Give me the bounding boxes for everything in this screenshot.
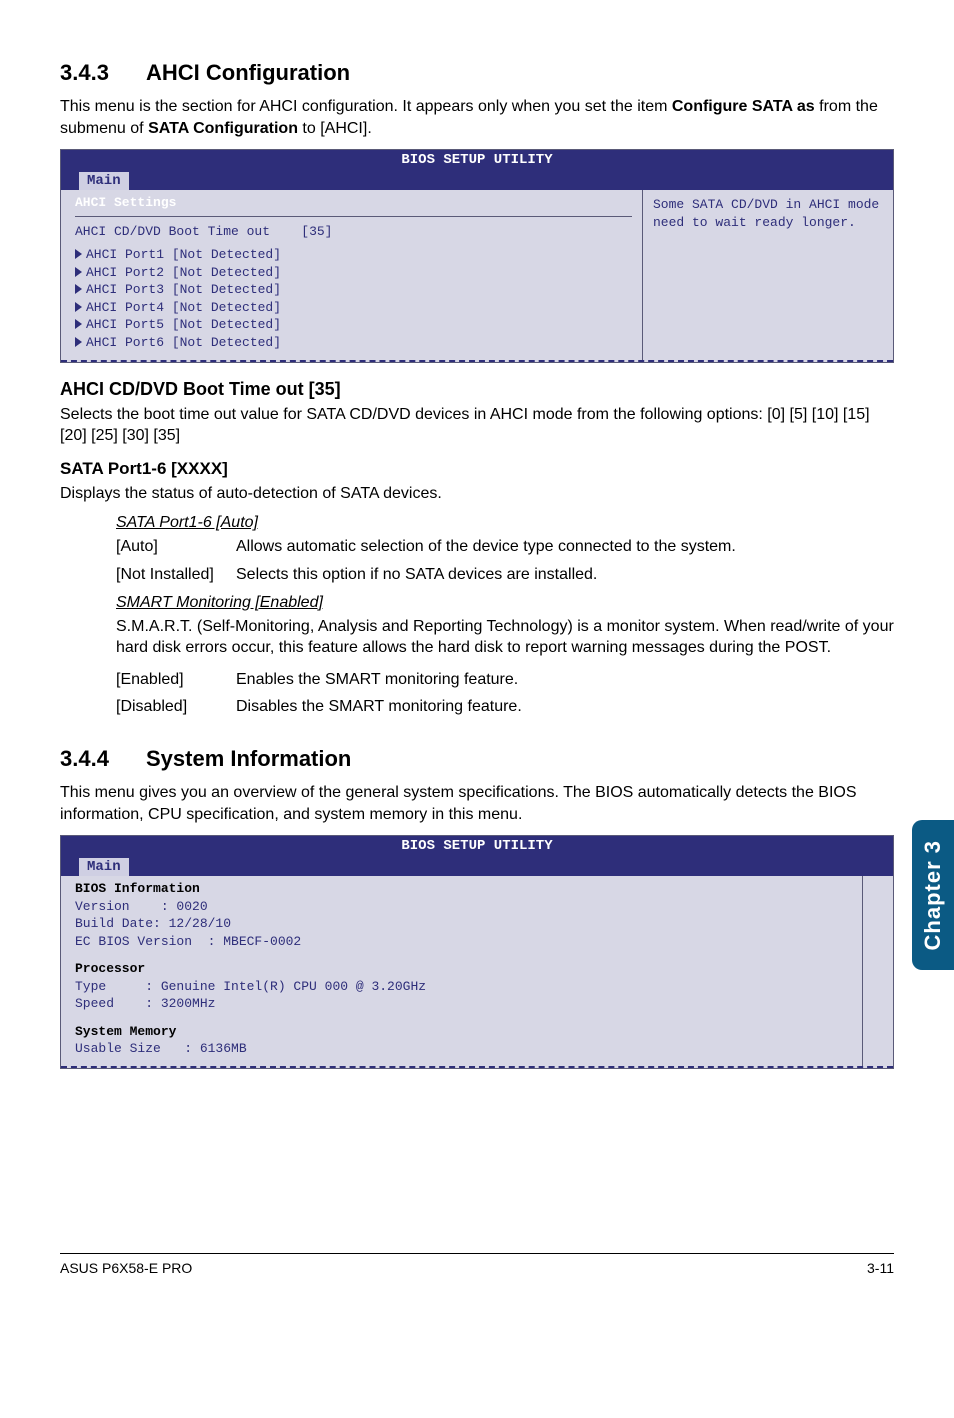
bios1-left-panel: AHCI Settings AHCI CD/DVD Boot Time out … xyxy=(61,190,642,359)
intro-343-post: to [AHCI]. xyxy=(298,120,372,137)
sata-sub2-label: SMART Monitoring [Enabled] xyxy=(116,594,894,612)
bios1-port-row[interactable]: AHCI Port4 [Not Detected] xyxy=(75,299,632,317)
side-tab-label: Chapter 3 xyxy=(920,840,946,950)
intro-343-pre: This menu is the section for AHCI config… xyxy=(60,98,672,115)
kv-row: [Auto] Allows automatic selection of the… xyxy=(116,536,894,558)
bios1-heading: AHCI Settings xyxy=(75,194,632,212)
bios-box-sysinfo: BIOS SETUP UTILITY Main BIOS Information… xyxy=(60,835,894,1069)
bios1-port4: AHCI Port4 [Not Detected] xyxy=(86,300,281,315)
opt-boot-desc: Selects the boot time out value for SATA… xyxy=(60,404,894,447)
bios2-speed: Speed : 3200MHz xyxy=(75,995,852,1013)
opt-sata-title: SATA Port1-6 [XXXX] xyxy=(60,459,894,479)
bios1-port5: AHCI Port5 [Not Detected] xyxy=(86,317,281,332)
kv-row: [Disabled] Disables the SMART monitoring… xyxy=(116,696,894,718)
bios2-version: Version : 0020 xyxy=(75,898,852,916)
triangle-icon xyxy=(75,319,82,329)
bios1-port-row[interactable]: AHCI Port2 [Not Detected] xyxy=(75,264,632,282)
bios1-port1: AHCI Port1 [Not Detected] xyxy=(86,247,281,262)
intro-343-bold1: Configure SATA as xyxy=(672,98,815,115)
bios2-left-panel: BIOS Information Version : 0020 Build Da… xyxy=(61,876,863,1066)
intro-343-bold2: SATA Configuration xyxy=(148,120,298,137)
kv-key: [Not Installed] xyxy=(116,564,236,586)
bios2-title: BIOS SETUP UTILITY xyxy=(401,838,552,854)
bios1-tab[interactable]: Main xyxy=(79,172,129,190)
bios2-h-proc: Processor xyxy=(75,960,852,978)
kv-key: [Auto] xyxy=(116,536,236,558)
heading-344-num: 3.4.4 xyxy=(60,746,146,772)
footer-right: 3-11 xyxy=(867,1260,894,1276)
bios2-right-strip xyxy=(863,876,893,1066)
bios1-title-bar: BIOS SETUP UTILITY Main xyxy=(61,150,893,190)
sata-sub2-desc: S.M.A.R.T. (Self-Monitoring, Analysis an… xyxy=(116,616,894,659)
bios1-boot-row[interactable]: AHCI CD/DVD Boot Time out [35] xyxy=(75,223,632,241)
bios1-title: BIOS SETUP UTILITY xyxy=(401,152,552,168)
opt-boot-title: AHCI CD/DVD Boot Time out [35] xyxy=(60,379,894,400)
heading-343: 3.4.3AHCI Configuration xyxy=(60,60,894,86)
footer-left: ASUS P6X58-E PRO xyxy=(60,1260,192,1276)
triangle-icon xyxy=(75,337,82,347)
bios2-title-bar: BIOS SETUP UTILITY Main xyxy=(61,836,893,876)
triangle-icon xyxy=(75,267,82,277)
bios2-type: Type : Genuine Intel(R) CPU 000 @ 3.20GH… xyxy=(75,978,852,996)
bios2-usable: Usable Size : 6136MB xyxy=(75,1040,852,1058)
intro-344: This menu gives you an overview of the g… xyxy=(60,782,894,825)
kv-val: Disables the SMART monitoring feature. xyxy=(236,696,894,718)
kv-row: [Not Installed] Selects this option if n… xyxy=(116,564,894,586)
kv-key: [Enabled] xyxy=(116,669,236,691)
triangle-icon xyxy=(75,302,82,312)
triangle-icon xyxy=(75,249,82,259)
bios2-h-mem: System Memory xyxy=(75,1023,852,1041)
side-tab-chapter: Chapter 3 xyxy=(912,820,954,970)
heading-343-num: 3.4.3 xyxy=(60,60,146,86)
triangle-icon xyxy=(75,284,82,294)
heading-344-title: System Information xyxy=(146,746,351,771)
bios2-build: Build Date: 12/28/10 xyxy=(75,915,852,933)
kv-val: Enables the SMART monitoring feature. xyxy=(236,669,894,691)
bios1-port-row[interactable]: AHCI Port6 [Not Detected] xyxy=(75,334,632,352)
kv-key: [Disabled] xyxy=(116,696,236,718)
kv-row: [Enabled] Enables the SMART monitoring f… xyxy=(116,669,894,691)
bios1-boot-value: [35] xyxy=(301,224,332,239)
bios1-port2: AHCI Port2 [Not Detected] xyxy=(86,265,281,280)
kv-val: Selects this option if no SATA devices a… xyxy=(236,564,894,586)
bios2-ec: EC BIOS Version : MBECF-0002 xyxy=(75,933,852,951)
bios1-help-text: Some SATA CD/DVD in AHCI mode need to wa… xyxy=(653,197,879,230)
bios-box-ahci: BIOS SETUP UTILITY Main AHCI Settings AH… xyxy=(60,149,894,362)
bios1-port-row[interactable]: AHCI Port5 [Not Detected] xyxy=(75,316,632,334)
bios1-boot-label: AHCI CD/DVD Boot Time out xyxy=(75,224,270,239)
bios1-port3: AHCI Port3 [Not Detected] xyxy=(86,282,281,297)
page-footer: ASUS P6X58-E PRO 3-11 xyxy=(60,1253,894,1276)
intro-343: This menu is the section for AHCI config… xyxy=(60,96,894,139)
bios1-port-row[interactable]: AHCI Port3 [Not Detected] xyxy=(75,281,632,299)
bios1-port-row[interactable]: AHCI Port1 [Not Detected] xyxy=(75,246,632,264)
bios2-tab[interactable]: Main xyxy=(79,858,129,876)
heading-343-title: AHCI Configuration xyxy=(146,60,350,85)
heading-344: 3.4.4System Information xyxy=(60,746,894,772)
opt-sata-desc: Displays the status of auto-detection of… xyxy=(60,483,894,505)
bios1-port6: AHCI Port6 [Not Detected] xyxy=(86,335,281,350)
sata-sub1-label: SATA Port1-6 [Auto] xyxy=(116,514,894,532)
bios1-help-panel: Some SATA CD/DVD in AHCI mode need to wa… xyxy=(642,190,893,359)
bios2-h-bios: BIOS Information xyxy=(75,880,852,898)
kv-val: Allows automatic selection of the device… xyxy=(236,536,894,558)
